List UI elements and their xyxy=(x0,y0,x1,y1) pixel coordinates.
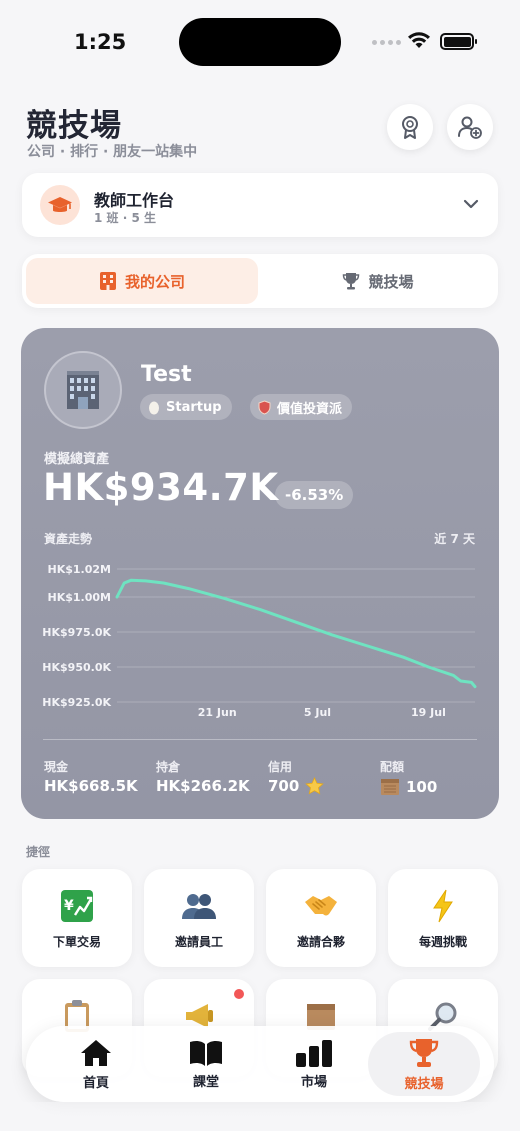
achievements-button[interactable] xyxy=(387,104,433,150)
battery-icon xyxy=(440,33,477,50)
add-friend-button[interactable] xyxy=(447,104,493,150)
total-assets-label: 模擬總資產 xyxy=(44,452,110,467)
add-friend-icon xyxy=(458,116,482,139)
wifi-icon xyxy=(408,32,430,48)
bottom-fade xyxy=(0,1102,520,1131)
building-icon xyxy=(99,272,116,290)
stat-holdings-value: HK$266.2K xyxy=(156,777,250,795)
tab-market-label: 市場 xyxy=(300,1074,327,1090)
trophy-icon xyxy=(409,1038,439,1067)
stage-tag: Startup xyxy=(140,394,232,420)
change-badge: -6.53% xyxy=(275,481,354,509)
shortcuts-title: 捷徑 xyxy=(26,845,51,859)
svg-text:¥: ¥ xyxy=(64,898,74,914)
chart-y-tick-label: HK$1.00M xyxy=(48,591,111,604)
stage-tag-label: Startup xyxy=(166,399,222,415)
stat-quota: 配額 100 xyxy=(380,758,437,797)
page-title: 競技場 xyxy=(26,108,122,144)
tab-my-company[interactable]: 我的公司 xyxy=(26,258,258,304)
chart-y-tick-label: HK$925.0K xyxy=(42,696,111,709)
star-icon xyxy=(305,777,325,795)
teacher-title: 教師工作台 xyxy=(94,191,175,210)
tab-classroom-label: 課堂 xyxy=(192,1074,219,1090)
status-bar: 1:25 xyxy=(0,0,520,84)
total-assets-value: HK$934.7K xyxy=(43,466,279,509)
lightning-icon xyxy=(433,889,453,923)
shield-icon xyxy=(258,399,271,415)
stat-cash: 現金 HK$668.5K xyxy=(44,758,138,795)
trend-label: 資產走勢 xyxy=(44,532,93,546)
asset-trend-chart: HK$1.02M HK$1.00M HK$975.0K HK$950.0K HK$925… xyxy=(42,563,477,719)
range-label: 近 7 天 xyxy=(434,532,475,546)
status-time: 1:25 xyxy=(74,30,127,54)
chart-y-tick-label: HK$975.0K xyxy=(42,626,111,639)
shortcut-invite-staff[interactable]: 邀請員工 xyxy=(144,869,254,967)
stat-quota-value: 100 xyxy=(406,778,438,796)
stat-holdings-label: 持倉 xyxy=(156,760,181,774)
stat-quota-label: 配額 xyxy=(380,760,405,774)
chart-y-tick-label: HK$1.02M xyxy=(48,563,111,576)
shortcut-weekly-challenge[interactable]: 每週挑戰 xyxy=(388,869,498,967)
book-icon xyxy=(190,1040,222,1066)
home-icon xyxy=(81,1039,111,1066)
shortcut-invite-staff-label: 邀請員工 xyxy=(174,935,223,949)
trophy-icon xyxy=(343,273,360,290)
stat-holdings: 持倉 HK$266.2K xyxy=(156,758,250,795)
notification-dot xyxy=(234,989,244,999)
signal-icon xyxy=(372,40,401,45)
company-name: Test xyxy=(141,362,192,387)
tab-arena-nav-label: 競技場 xyxy=(404,1076,444,1092)
badge-icon xyxy=(402,116,418,139)
stat-credit: 信用 700 xyxy=(268,758,325,795)
bar-chart-icon xyxy=(296,1039,332,1067)
tab-market[interactable]: 市場 xyxy=(258,1032,370,1096)
stat-credit-value: 700 xyxy=(268,777,300,795)
tab-classroom[interactable]: 課堂 xyxy=(150,1032,262,1096)
company-avatar xyxy=(44,351,122,429)
teacher-subtitle: 1 班 · 5 生 xyxy=(94,211,156,225)
people-icon xyxy=(182,894,216,919)
box-icon xyxy=(381,779,399,795)
chart-up-icon: ¥ xyxy=(61,890,93,922)
style-tag: 價值投資派 xyxy=(250,394,353,420)
shortcut-place-order-label: 下單交易 xyxy=(52,935,101,949)
segmented-control: 我的公司 競技場 xyxy=(22,254,498,308)
tab-bar: 首頁 課堂 市場 競技場 xyxy=(26,1026,494,1102)
dynamic-island xyxy=(179,18,341,66)
tab-arena-nav[interactable]: 競技場 xyxy=(368,1032,480,1096)
shortcut-weekly-challenge-label: 每週挑戰 xyxy=(418,935,467,949)
stat-cash-label: 現金 xyxy=(44,760,69,774)
stat-credit-label: 信用 xyxy=(268,760,293,774)
chart-y-tick-label: HK$950.0K xyxy=(42,661,111,674)
chart-x-tick-label: 21 Jun xyxy=(198,706,237,719)
shortcut-place-order[interactable]: ¥ 下單交易 xyxy=(22,869,132,967)
company-card[interactable]: Test Startup 價值投資派 模擬總資產 HK$934.7K -6.53… xyxy=(21,328,499,819)
tab-arena-label: 競技場 xyxy=(368,272,414,291)
chart-x-tick-label: 19 Jul xyxy=(411,706,446,719)
tab-home[interactable]: 首頁 xyxy=(40,1032,152,1096)
egg-icon xyxy=(149,401,159,414)
chevron-down-icon xyxy=(463,199,479,209)
shortcut-invite-partner-label: 邀請合夥 xyxy=(296,935,345,949)
chart-series-line xyxy=(115,578,477,689)
tab-my-company-label: 我的公司 xyxy=(124,272,185,291)
style-tag-label: 價值投資派 xyxy=(277,401,343,417)
shortcut-invite-partner[interactable]: 邀請合夥 xyxy=(266,869,376,967)
graduation-cap-icon xyxy=(40,185,80,225)
handshake-icon xyxy=(305,896,337,916)
page-subtitle: 公司 · 排行 · 朋友一站集中 xyxy=(27,144,198,160)
office-building-icon xyxy=(67,371,99,409)
teacher-workspace-selector[interactable]: 教師工作台 1 班 · 5 生 xyxy=(22,173,498,237)
card-divider xyxy=(43,739,477,740)
tab-home-label: 首頁 xyxy=(82,1075,109,1091)
stat-cash-value: HK$668.5K xyxy=(44,777,138,795)
tab-arena[interactable]: 競技場 xyxy=(262,258,494,304)
chart-x-tick-label: 5 Jul xyxy=(304,706,331,719)
